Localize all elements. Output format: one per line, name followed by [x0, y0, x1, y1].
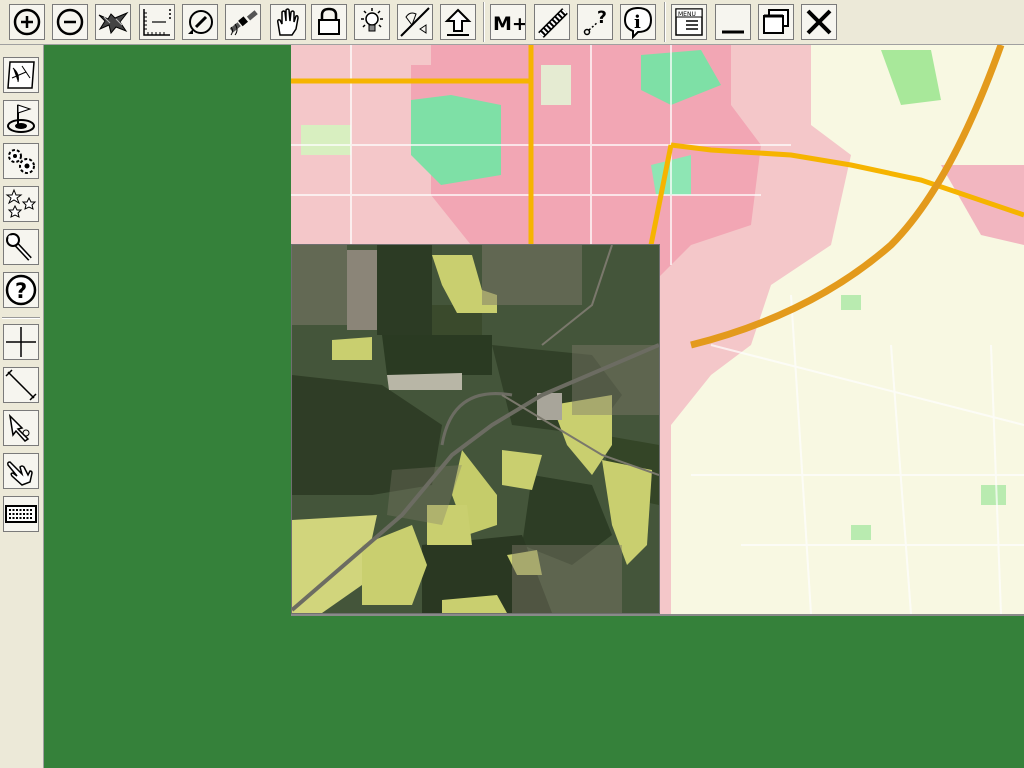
close-window-button[interactable] [801, 4, 837, 40]
target-flag-button[interactable] [3, 100, 39, 136]
map-viewport[interactable] [44, 45, 1024, 768]
zoom-out-button[interactable] [52, 4, 88, 40]
settings-button[interactable] [3, 143, 39, 179]
measure-line-icon [5, 369, 37, 401]
satellite-icon [229, 10, 258, 36]
scale-button[interactable] [139, 4, 175, 40]
query-point-button[interactable]: ? [577, 4, 613, 40]
favorites-button[interactable] [3, 186, 39, 222]
keyboard-button[interactable] [3, 496, 39, 532]
stars-icon [5, 188, 37, 218]
aerial-photo-graphic [292, 245, 659, 613]
question-point-icon: ? [583, 8, 607, 36]
info-label: i [634, 12, 641, 33]
map-view-button[interactable] [3, 57, 39, 93]
menu-icon: MENU [675, 8, 703, 36]
toolbar-separator [664, 2, 666, 42]
grab-button[interactable] [3, 453, 39, 489]
left-toolbar: ? [0, 45, 44, 768]
pointer-hand-icon [8, 413, 30, 442]
brightness-button[interactable] [354, 4, 390, 40]
satellite-button[interactable] [225, 4, 261, 40]
wrench-icon [6, 233, 32, 261]
close-icon [806, 9, 832, 35]
map-sheet-icon [7, 61, 35, 89]
tools-button[interactable] [3, 229, 39, 265]
minus-circle-icon [56, 8, 84, 36]
rotate-button[interactable] [182, 4, 218, 40]
crosshair-button[interactable] [3, 324, 39, 360]
eagle-icon [98, 11, 129, 35]
aerial-photo-layer[interactable] [291, 244, 660, 614]
track-button[interactable] [534, 4, 570, 40]
help-circle-icon: ? [5, 274, 37, 306]
add-marker-button[interactable]: M+ [490, 4, 526, 40]
top-toolbar: M+ ? i MENU [0, 0, 1024, 45]
pan-button[interactable] [270, 4, 306, 40]
arrow-up-icon [444, 8, 472, 36]
zoom-in-button[interactable] [9, 4, 45, 40]
menu-button[interactable]: MENU [671, 4, 707, 40]
measure-button[interactable] [3, 367, 39, 403]
upload-button[interactable] [440, 4, 476, 40]
minimize-icon [722, 30, 744, 34]
lock-button[interactable] [311, 4, 347, 40]
query-point-label: ? [597, 8, 607, 28]
gears-icon [8, 149, 35, 174]
minimize-window-button[interactable] [715, 4, 751, 40]
info-button[interactable]: i [620, 4, 656, 40]
keyboard-icon [5, 505, 37, 523]
menu-label: MENU [678, 11, 696, 18]
padlock-icon [318, 7, 340, 35]
select-pointer-button[interactable] [3, 410, 39, 446]
info-icon: i [623, 6, 653, 39]
restore-window-button[interactable] [758, 4, 794, 40]
target-flag-icon [7, 104, 35, 133]
toolbar-separator [483, 2, 485, 42]
hand-icon [277, 8, 299, 36]
diagonal-layer-icon [400, 7, 430, 37]
ruler-frame-icon [143, 9, 171, 36]
sidebar-separator [2, 317, 40, 319]
restore-icon [763, 9, 789, 34]
add-marker-label: M+ [493, 13, 525, 35]
layer-diagonal-button[interactable] [397, 4, 433, 40]
compass-rotate-icon [188, 10, 213, 34]
crosshair-icon [6, 327, 36, 357]
plus-circle-icon [13, 8, 41, 36]
grab-hand-icon [7, 461, 33, 486]
track-chain-icon [538, 8, 568, 38]
help-label: ? [15, 279, 27, 303]
m-plus-icon: M+ [493, 13, 525, 35]
help-button[interactable]: ? [3, 272, 39, 308]
lightbulb-icon [361, 8, 383, 32]
eagle-view-button[interactable] [95, 4, 131, 40]
